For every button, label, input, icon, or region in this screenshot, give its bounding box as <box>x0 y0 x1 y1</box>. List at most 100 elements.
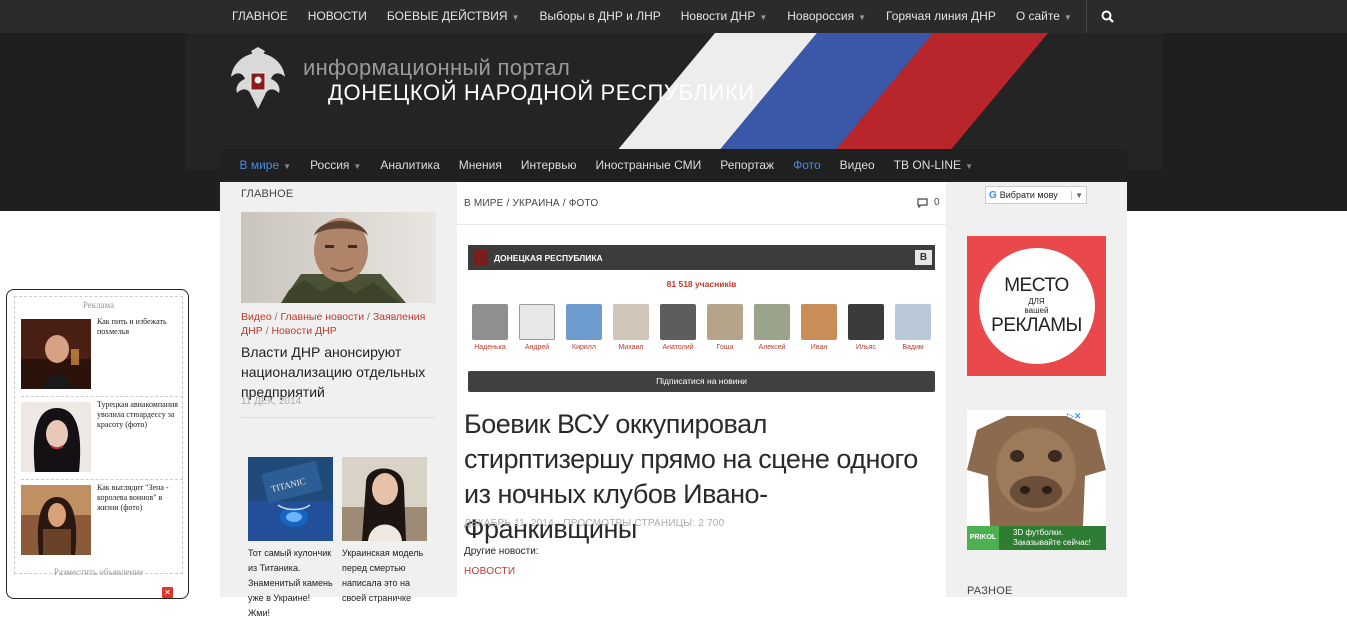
other-news-label: Другие новости: <box>464 546 539 557</box>
coat-of-arms-logo <box>231 47 285 109</box>
sub-nav-item-photo[interactable]: Фото <box>784 149 831 182</box>
sub-nav-item-russia[interactable]: Россия ▼ <box>301 149 371 182</box>
breadcrumb-link[interactable]: УКРАИНА <box>512 198 559 209</box>
top-nav-item-hotline[interactable]: Горячая линия ДНР <box>876 0 1006 33</box>
prikol-logo: PRIKOL <box>967 526 999 550</box>
vk-member[interactable]: Анатолий <box>660 304 696 351</box>
language-select[interactable]: G Вибрати мову ▼ <box>985 186 1087 204</box>
sub-nav-item-tv-online[interactable]: ТВ ON-LINE ▼ <box>884 149 982 182</box>
top-nav-label: Выборы в ДНР и ЛНР <box>539 9 661 23</box>
avatar <box>801 304 837 340</box>
feature-date: 11 ДЕК, 2014 <box>241 396 302 407</box>
sub-nav-item-world[interactable]: В мире ▼ <box>230 149 301 182</box>
floating-ad-item[interactable]: Как пить и избежать похмелья <box>21 315 183 393</box>
vk-member[interactable]: Михаил <box>613 304 649 351</box>
vk-member-name: Ильяс <box>855 344 877 351</box>
sub-nav-label: Иностранные СМИ <box>595 158 702 172</box>
top-nav-item-dnr-news[interactable]: Новости ДНР ▼ <box>671 0 778 33</box>
comment-icon <box>917 197 928 208</box>
top-nav-item-news[interactable]: НОВОСТИ <box>298 0 377 33</box>
floating-ad-image <box>21 402 91 472</box>
top-nav-item-combat[interactable]: БОЕВЫЕ ДЕЙСТВИЯ ▼ <box>377 0 530 33</box>
breadcrumb-link[interactable]: ФОТО <box>569 198 599 209</box>
vk-member-name: Наденька <box>474 344 506 351</box>
chevron-down-icon: ▼ <box>858 13 866 22</box>
promo-item[interactable]: Украинская модель перед смертью написала… <box>342 457 427 606</box>
promo-item[interactable]: TITANIC Тот самый кулончик из Титаника. … <box>248 457 333 621</box>
sub-nav-label: Россия <box>310 158 350 172</box>
sub-nav-item-analytics[interactable]: Аналитика <box>371 149 449 182</box>
vk-member[interactable]: Вадим <box>895 304 931 351</box>
sub-nav-item-video[interactable]: Видео <box>830 149 884 182</box>
vk-member-name: Михаил <box>618 344 644 351</box>
category-link[interactable]: Главные новости <box>280 311 364 323</box>
sub-nav-item-report[interactable]: Репортаж <box>711 149 784 182</box>
feature-image[interactable] <box>241 212 436 303</box>
category-link[interactable]: Новости ДНР <box>271 325 336 337</box>
vk-member[interactable]: Ильяс <box>848 304 884 351</box>
vk-community-widget: ДОНЕЦКАЯ РЕСПУБЛИКА В 81 518 учасників Н… <box>468 245 935 392</box>
search-icon <box>1101 10 1114 23</box>
vk-members-count: 81 518 учасників <box>666 279 737 289</box>
vk-member[interactable]: Иван <box>801 304 837 351</box>
tshirt-ad-banner[interactable]: PRIKOL 3D футболки. Заказывайте сейчас! <box>967 410 1106 550</box>
sub-nav-item-interview[interactable]: Интервью <box>511 149 586 182</box>
ad-placeholder-circle: МЕСТО ДЛЯ вашей РЕКЛАМЫ <box>978 248 1095 364</box>
top-nav-item-novorossiya[interactable]: Новороссия ▼ <box>777 0 876 33</box>
avatar <box>895 304 931 340</box>
ad-placeholder-banner[interactable]: МЕСТО ДЛЯ вашей РЕКЛАМЫ <box>967 236 1106 376</box>
adchoices-icon[interactable]: ▷✕ <box>1067 411 1081 422</box>
avatar <box>613 304 649 340</box>
sub-nav-label: Аналитика <box>380 158 440 172</box>
vk-member-name: Андрей <box>524 344 550 351</box>
post-ad-link[interactable]: Разместить объявление <box>7 567 188 577</box>
comments-link[interactable]: 0 <box>917 197 940 208</box>
category-link[interactable]: Видео <box>241 311 272 323</box>
promo-image: TITANIC <box>248 457 333 541</box>
avatar <box>707 304 743 340</box>
vk-member[interactable]: Андрей <box>519 304 555 351</box>
avatar <box>566 304 602 340</box>
ad-strip: PRIKOL 3D футболки. Заказывайте сейчас! <box>967 526 1106 550</box>
vk-member-name: Кирилл <box>572 344 596 351</box>
top-navigation: ГЛАВНОЕ НОВОСТИ БОЕВЫЕ ДЕЙСТВИЯ ▼ Выборы … <box>0 0 1347 33</box>
avatar <box>660 304 696 340</box>
feature-title-link[interactable]: Власти ДНР анонсируют национализацию отд… <box>241 342 441 402</box>
portal-title: ДОНЕЦКОЙ НАРОДНОЙ РЕСПУБЛИКИ <box>328 80 755 105</box>
vk-subscribe-button[interactable]: Підписатися на новини <box>468 371 935 392</box>
section-title-misc: РАЗНОЕ <box>967 585 1013 597</box>
vk-member[interactable]: Гоша <box>707 304 743 351</box>
top-nav-label: НОВОСТИ <box>307 9 367 23</box>
sub-nav-item-opinions[interactable]: Мнения <box>449 149 511 182</box>
news-tag-link[interactable]: НОВОСТИ <box>464 566 515 577</box>
vk-member[interactable]: Наденька <box>472 304 508 351</box>
close-icon[interactable]: ✕ <box>162 587 173 598</box>
sub-nav-label: Видео <box>839 158 875 172</box>
left-sidebar: ГЛАВНОЕ Видео / Главные новости / Заявле… <box>220 182 457 618</box>
breadcrumb-link[interactable]: В МИРЕ <box>464 198 504 209</box>
divider <box>457 224 946 225</box>
feature-categories: Видео / Главные новости / Заявления ДНР … <box>241 311 426 337</box>
top-nav-item-about[interactable]: О сайте ▼ <box>1006 0 1082 33</box>
floating-ad-text: Как выглядит "Зена - королева воинов" в … <box>97 483 169 512</box>
sub-nav-item-foreign-media[interactable]: Иностранные СМИ <box>586 149 711 182</box>
avatar <box>472 304 508 340</box>
comments-count: 0 <box>934 197 940 208</box>
floating-ad-image <box>21 319 91 389</box>
vk-member[interactable]: Алексей <box>754 304 790 351</box>
search-button[interactable] <box>1086 0 1128 33</box>
top-nav-item-elections[interactable]: Выборы в ДНР и ЛНР <box>530 0 671 33</box>
vk-member[interactable]: Кирилл <box>566 304 602 351</box>
top-nav-label: Новости ДНР <box>680 9 756 23</box>
sub-nav-label: ТВ ON-LINE <box>893 158 962 172</box>
ad-text: МЕСТО <box>1004 275 1069 296</box>
vk-widget-header[interactable]: ДОНЕЦКАЯ РЕСПУБЛИКА В <box>468 245 935 270</box>
floating-ad-item[interactable]: Как выглядит "Зена - королева воинов" в … <box>21 481 183 559</box>
vk-member-name: Иван <box>810 344 828 351</box>
floating-ad-item[interactable]: Турецкая авиакомпания уволила стюардессу… <box>21 398 183 476</box>
chevron-down-icon: ▼ <box>759 13 768 22</box>
top-nav-item-main[interactable]: ГЛАВНОЕ <box>222 0 298 33</box>
avatar <box>848 304 884 340</box>
sub-nav-label: В мире <box>239 158 280 172</box>
top-nav-label: О сайте <box>1015 9 1060 23</box>
